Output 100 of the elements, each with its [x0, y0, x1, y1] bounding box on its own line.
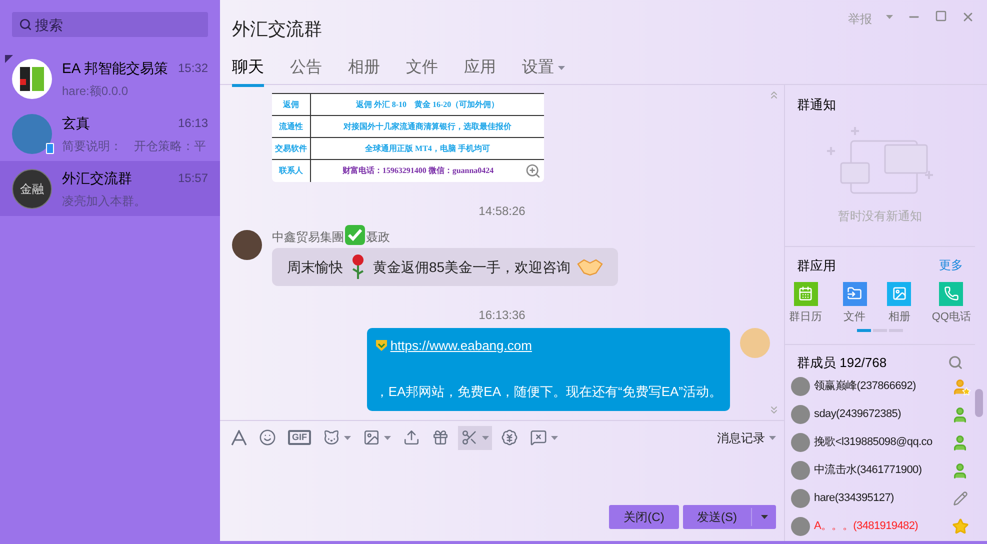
member-row[interactable]: 领赢巅峰(237866692)	[791, 372, 969, 400]
avatar-image	[791, 377, 810, 396]
more-link[interactable]: 更多	[939, 256, 963, 276]
scrollbar-thumb[interactable]	[975, 389, 983, 417]
member-name: 中流击水(3461771900)	[814, 462, 923, 478]
member-row[interactable]: hare(334395127)	[791, 484, 969, 512]
chat-list-item[interactable]: 玄真 16:13 简要说明： 开仓策略：平	[0, 106, 220, 161]
caret-icon	[558, 66, 565, 70]
caret-icon	[482, 436, 489, 440]
history-button[interactable]: 消息记录	[717, 428, 776, 446]
table-cell-text: 返佣 外汇 8-10 黄金 16-20（可加外佣）	[354, 98, 500, 110]
app-label[interactable]: 文件	[844, 308, 866, 325]
logo-avatar	[12, 58, 52, 98]
avatar-image	[791, 489, 810, 508]
image-icon[interactable]	[363, 429, 380, 446]
maximize-icon[interactable]	[935, 10, 947, 22]
caret-icon	[344, 436, 351, 440]
close-button[interactable]: 关闭(C)	[609, 505, 679, 529]
avatar-image	[12, 114, 52, 154]
avatar-image	[791, 433, 810, 452]
emoji-icon[interactable]	[259, 429, 276, 446]
toolbar-item[interactable]: GIF	[285, 426, 314, 450]
table-cell: 流通性	[272, 116, 311, 137]
admin-icon	[951, 434, 969, 452]
message-time: 16:13:36	[478, 307, 526, 324]
chat-list-item[interactable]: EA 邦智能交易策 15:32 hare:额0.0.0	[0, 51, 220, 106]
caret-icon	[551, 436, 558, 440]
star-icon	[952, 518, 968, 535]
message-time: 14:58:26	[478, 203, 526, 220]
search-icon	[19, 18, 32, 31]
search-icon[interactable]	[948, 355, 963, 370]
chat-time: 15:57	[178, 170, 208, 187]
caret-icon	[384, 436, 391, 440]
scissors-icon[interactable]	[461, 429, 478, 446]
chat-time: 15:32	[178, 60, 208, 77]
edit-icon[interactable]	[952, 491, 968, 506]
app-label[interactable]: QQ电话	[932, 308, 971, 325]
font-icon[interactable]	[231, 430, 247, 446]
chat-list-item[interactable]: 金融 外汇交流群 15:57 凌亮加入本群。	[0, 161, 220, 216]
caret-icon	[760, 515, 768, 519]
tab[interactable]: 聊天	[232, 56, 264, 87]
message-link[interactable]: https://www.eabang.com	[390, 336, 532, 356]
yen-icon[interactable]	[501, 429, 518, 446]
admin-icon	[951, 406, 969, 424]
folder-icon[interactable]	[842, 282, 867, 306]
upload-icon[interactable]	[403, 429, 420, 446]
avatar-image	[791, 517, 810, 536]
chat-name: EA 邦智能交易策	[62, 58, 168, 78]
table-cell-text: 对接国外十几家流通商清算银行，选取最佳报价	[342, 120, 512, 132]
group-avatar: 金融	[12, 168, 52, 208]
message-text: 黄金返佣85美金一手，欢迎咨询	[373, 258, 571, 276]
tab[interactable]: 公告	[290, 56, 322, 87]
avatar-image	[791, 405, 810, 424]
chat-preview: hare:额0.0.0	[62, 82, 130, 100]
chat-name: 外汇交流群	[62, 168, 132, 188]
search-field[interactable]: 搜索	[12, 12, 208, 37]
close-icon[interactable]	[961, 10, 975, 24]
message-block-icon[interactable]	[530, 429, 547, 446]
zoom-icon[interactable]	[525, 163, 541, 179]
section-title: 群应用	[797, 257, 836, 275]
table-cell-text: 全球通用正版 MT4，电脑 手机均可	[364, 142, 491, 154]
admin-icon	[951, 462, 969, 480]
check-icon	[344, 224, 366, 246]
calendar-icon[interactable]	[794, 282, 818, 306]
member-name: 挽歌<l319885098@qq.co	[814, 435, 934, 450]
member-name: A。。。(3481919482)	[814, 519, 920, 534]
tab[interactable]: 设置	[522, 56, 565, 87]
toolbar-item[interactable]	[458, 426, 492, 450]
shield-icon	[375, 339, 388, 352]
gift-icon[interactable]	[432, 429, 449, 446]
picture-icon[interactable]	[887, 282, 912, 306]
avatar-image	[791, 461, 810, 480]
tab[interactable]: 相册	[348, 56, 380, 87]
empty-notice-text: 暂时没有新通知	[838, 208, 922, 224]
member-row[interactable]: sday(2439672385)	[791, 400, 969, 428]
message-text: 周末愉快	[287, 258, 343, 276]
section-title: 群通知	[797, 96, 837, 114]
caret-icon	[769, 436, 776, 440]
app-label[interactable]: 群日历	[789, 308, 822, 325]
chat-preview: 简要说明： 开仓策略：平	[62, 138, 207, 154]
member-name: 领赢巅峰(237866692)	[814, 378, 917, 394]
phone-icon[interactable]	[939, 282, 964, 306]
cat-icon[interactable]	[323, 429, 340, 446]
member-row[interactable]: 挽歌<l319885098@qq.co	[791, 428, 969, 456]
table-cell-text: 财富电话：15963291400 微信：guanna0424	[341, 165, 495, 177]
table-cell: 联系人	[272, 160, 311, 182]
window-title: 外汇交流群	[232, 18, 323, 41]
member-row[interactable]: A。。。(3481919482)	[791, 512, 969, 540]
gif-icon[interactable]: GIF	[288, 430, 311, 445]
tab[interactable]: 应用	[464, 56, 496, 87]
tab[interactable]: 文件	[406, 56, 438, 87]
handshake-icon	[576, 258, 603, 276]
table-image[interactable]: 返佣 返佣 外汇 8-10 黄金 16-20（可加外佣） 流通性 对接国外十几家流通商清算银行，选取最佳报价 交易软件 全球通用正版 MT4，电脑 手机均可 联系人 财富电话：15963291400 微信：guanna0424	[272, 93, 544, 182]
table-cell: 返佣	[272, 94, 311, 115]
app-label[interactable]: 相册	[888, 308, 910, 325]
send-button[interactable]: 发送(S)	[683, 505, 776, 529]
sender-name: 聂政	[366, 229, 390, 246]
sender-name: 中鑫贸易集團	[272, 229, 344, 246]
member-row[interactable]: 中流击水(3461771900)	[791, 456, 969, 484]
owner-icon	[951, 378, 969, 396]
